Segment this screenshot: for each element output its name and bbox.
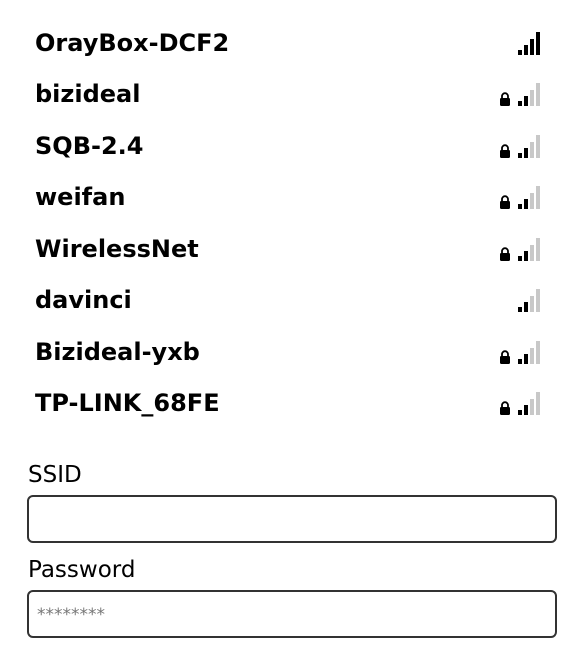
network-status-icons: [499, 82, 541, 107]
network-name: weifan: [35, 183, 126, 212]
signal-bar: [530, 141, 534, 158]
signal-strength-icon: [518, 288, 541, 313]
network-name: davinci: [35, 286, 132, 315]
password-label: Password: [28, 557, 136, 583]
network-name: Bizideal-yxb: [35, 337, 200, 366]
network-name: bizideal: [35, 80, 141, 109]
signal-bar: [530, 347, 534, 364]
network-name: SQB-2.4: [35, 131, 144, 160]
network-status-icons: [499, 391, 541, 416]
network-status-icons: [499, 185, 541, 210]
wifi-credentials-form: SSID Password: [27, 464, 558, 638]
network-item-2[interactable]: SQB-2.4: [27, 120, 549, 172]
signal-bar: [524, 147, 528, 158]
network-status-icons: [499, 134, 541, 158]
network-name: OrayBox-DCF2: [35, 28, 230, 57]
signal-bar: [518, 307, 522, 313]
network-item-7[interactable]: TP-LINK_68FE: [27, 378, 549, 430]
signal-strength-icon: [518, 340, 541, 364]
signal-bar: [524, 250, 528, 261]
network-status-icons: [499, 340, 541, 364]
signal-bar: [530, 399, 534, 416]
signal-bar: [524, 44, 528, 55]
signal-strength-icon: [518, 82, 541, 107]
lock-icon: [499, 92, 511, 107]
lock-icon: [499, 247, 511, 261]
network-status-icons: [499, 237, 541, 261]
signal-bar: [524, 302, 528, 313]
wifi-network-list: OrayBox-DCF2 bizideal SQB-2.4 weifan Wir…: [27, 17, 549, 429]
signal-bar: [536, 340, 540, 364]
network-item-1[interactable]: bizideal: [27, 69, 549, 121]
password-input[interactable]: [27, 590, 557, 638]
signal-bar: [536, 289, 540, 313]
signal-bar: [536, 83, 540, 107]
signal-bar: [524, 199, 528, 210]
network-item-5[interactable]: davinci: [27, 275, 549, 327]
signal-bar: [524, 405, 528, 416]
signal-bar: [536, 31, 540, 55]
signal-bar: [530, 90, 534, 107]
signal-bar: [536, 186, 540, 210]
network-status-icons: [518, 31, 541, 55]
network-item-0[interactable]: OrayBox-DCF2: [27, 17, 549, 69]
signal-bar: [518, 410, 522, 416]
signal-bar: [518, 152, 522, 158]
signal-strength-icon: [518, 134, 541, 158]
network-item-6[interactable]: Bizideal-yxb: [27, 326, 549, 378]
lock-icon: [499, 195, 511, 210]
signal-bar: [530, 193, 534, 210]
signal-strength-icon: [518, 31, 541, 55]
signal-strength-icon: [518, 185, 541, 210]
signal-strength-icon: [518, 237, 541, 261]
ssid-label: SSID: [28, 462, 82, 488]
lock-icon: [499, 350, 511, 364]
signal-bar: [524, 96, 528, 107]
lock-icon: [499, 144, 511, 158]
signal-bar: [518, 101, 522, 107]
signal-bar: [518, 255, 522, 261]
signal-bar: [518, 358, 522, 364]
signal-bar: [530, 296, 534, 313]
lock-icon: [499, 401, 511, 416]
network-status-icons: [518, 288, 541, 313]
signal-bar: [518, 204, 522, 210]
ssid-input[interactable]: [27, 495, 557, 543]
signal-bar: [536, 134, 540, 158]
signal-bar: [536, 392, 540, 416]
network-item-4[interactable]: WirelessNet: [27, 223, 549, 275]
network-name: WirelessNet: [35, 234, 199, 263]
signal-bar: [530, 244, 534, 261]
network-item-3[interactable]: weifan: [27, 172, 549, 224]
signal-bar: [524, 353, 528, 364]
signal-strength-icon: [518, 391, 541, 416]
signal-bar: [536, 237, 540, 261]
network-name: TP-LINK_68FE: [35, 389, 220, 418]
signal-bar: [530, 38, 534, 55]
signal-bar: [518, 49, 522, 55]
